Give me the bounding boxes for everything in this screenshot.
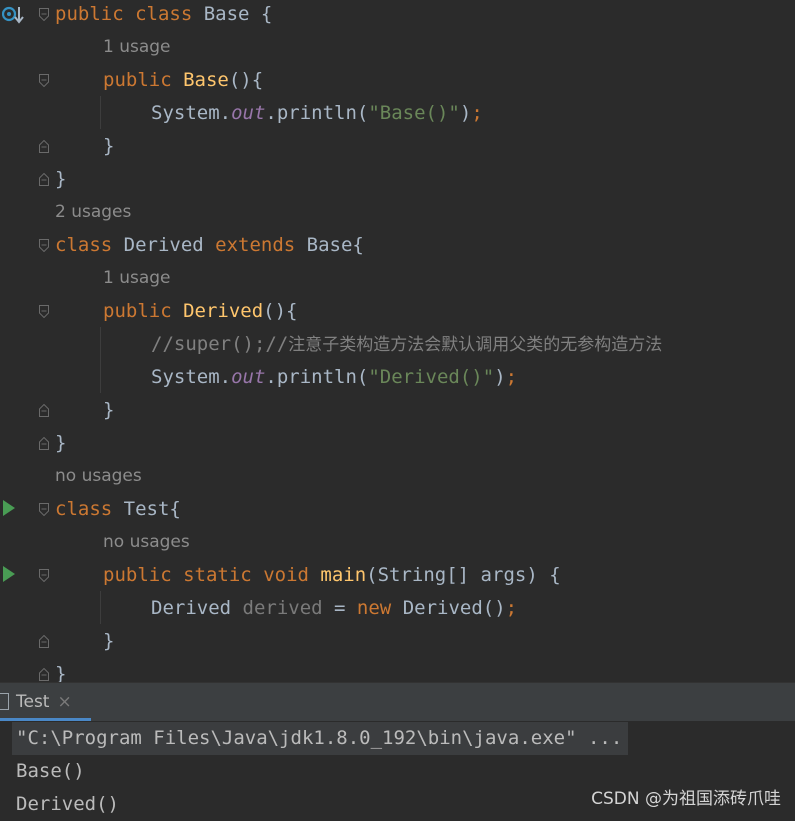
code-text: Base{: [295, 234, 364, 256]
code-text: }: [55, 432, 67, 454]
code-text: (){: [263, 300, 298, 322]
code-line[interactable]: public Base(){: [103, 64, 263, 97]
code-line[interactable]: public Derived(){: [103, 295, 298, 328]
code-line[interactable]: System.out.println("Derived()");: [151, 361, 517, 394]
code-line[interactable]: public class Base {: [55, 0, 272, 31]
console-output-line: Base(): [16, 760, 85, 782]
fold-icon[interactable]: [39, 305, 49, 318]
comment: //super();//: [151, 333, 289, 355]
code-text: System.: [151, 102, 232, 124]
usage-hint[interactable]: 2 usages: [55, 196, 131, 229]
method-name: Derived: [183, 300, 264, 322]
code-text: }: [55, 168, 67, 190]
keyword: static: [183, 564, 252, 586]
tab-label: Test: [16, 692, 50, 712]
semicolon: ;: [505, 366, 518, 388]
keyword: public: [103, 300, 172, 322]
code-line[interactable]: }: [103, 625, 114, 658]
indent-guide: [100, 591, 101, 624]
fold-icon[interactable]: [39, 140, 49, 153]
code-text: ): [494, 366, 506, 388]
fold-icon[interactable]: [39, 74, 49, 87]
code-line[interactable]: }: [103, 394, 114, 427]
code-line[interactable]: }: [55, 427, 66, 460]
field-name: out: [231, 102, 266, 124]
watermark: CSDN @为祖国添砖爪哇: [591, 789, 781, 809]
fold-icon[interactable]: [39, 404, 49, 417]
semicolon: ;: [505, 597, 518, 619]
code-text: }: [103, 135, 115, 157]
keyword: public: [103, 69, 172, 91]
keyword: public: [55, 3, 124, 25]
run-icon[interactable]: [3, 500, 15, 516]
code-line[interactable]: class Derived extends Base{: [55, 229, 364, 262]
code-line[interactable]: Derived derived = new Derived();: [151, 592, 517, 625]
code-text: ): [459, 102, 472, 124]
usage-hint[interactable]: 1 usage: [103, 31, 171, 64]
code-editor[interactable]: public class Base { 1 usage public Base(…: [0, 0, 795, 682]
console-command-line[interactable]: "C:\Program Files\Java\jdk1.8.0_192\bin\…: [12, 722, 629, 755]
fold-icon[interactable]: [39, 239, 49, 252]
method-name: Base: [183, 69, 229, 91]
fold-icon[interactable]: [39, 569, 49, 582]
code-line[interactable]: }: [55, 163, 66, 196]
code-text: .println(: [265, 102, 369, 124]
code-text: Test{: [112, 498, 181, 520]
keyword: void: [263, 564, 309, 586]
code-text: }: [55, 663, 67, 682]
fold-icon[interactable]: [39, 173, 49, 186]
keyword: extends: [215, 234, 296, 256]
code-line[interactable]: }: [55, 658, 66, 682]
unused-variable: derived: [242, 597, 323, 619]
indent-guide: [100, 96, 101, 129]
code-line[interactable]: //super();//注意子类构造方法会默认调用父类的无参构造方法: [151, 328, 662, 361]
usage-hint[interactable]: 1 usage: [103, 262, 171, 295]
fold-icon[interactable]: [39, 8, 49, 21]
code-line[interactable]: class Test{: [55, 493, 181, 526]
run-tool-window-header: Test ×: [0, 682, 795, 721]
string-literal: "Base()": [368, 102, 460, 124]
code-text: Derived: [151, 597, 243, 619]
usage-hint[interactable]: no usages: [55, 460, 142, 493]
code-line[interactable]: public static void main(String[] args) {: [103, 559, 561, 592]
code-text: =: [322, 597, 357, 619]
keyword: class: [55, 234, 113, 256]
keyword: new: [356, 597, 392, 619]
field-name: out: [231, 366, 266, 388]
code-line[interactable]: }: [103, 130, 114, 163]
code-text: Derived(): [391, 597, 506, 619]
run-icon[interactable]: [3, 566, 15, 582]
tab-test[interactable]: Test ×: [0, 683, 91, 721]
fold-icon[interactable]: [39, 668, 49, 681]
keyword: class: [135, 3, 193, 25]
code-text: (){: [228, 69, 264, 91]
code-text: }: [103, 630, 115, 652]
comment: 注意子类构造方法会默认调用父类的无参构造方法: [288, 335, 663, 355]
usage-hint[interactable]: no usages: [103, 526, 190, 559]
console-tab-icon: [0, 693, 9, 710]
keyword: public: [103, 564, 172, 586]
code-text: Base {: [192, 3, 273, 25]
close-icon[interactable]: ×: [57, 692, 71, 712]
console-output-line: Derived(): [16, 793, 119, 815]
fold-icon[interactable]: [39, 635, 49, 648]
implemented-override-icon[interactable]: [1, 5, 24, 29]
code-text: (String[] args) {: [366, 564, 561, 586]
code-text: Derived: [112, 234, 216, 256]
indent-guide: [100, 327, 101, 393]
semicolon: ;: [471, 102, 483, 124]
method-name: main: [320, 564, 367, 586]
fold-icon[interactable]: [39, 437, 49, 450]
code-line[interactable]: System.out.println("Base()");: [151, 97, 483, 130]
code-text: .println(: [265, 366, 369, 388]
string-literal: "Derived()": [368, 366, 495, 388]
keyword: class: [55, 498, 113, 520]
code-text: System.: [151, 366, 232, 388]
fold-icon[interactable]: [39, 503, 49, 516]
code-text: }: [103, 399, 115, 421]
